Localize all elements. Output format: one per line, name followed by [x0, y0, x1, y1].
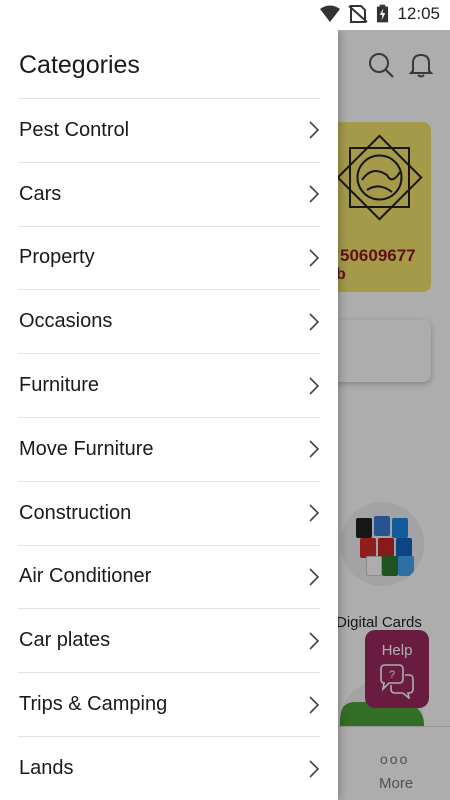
category-item-label: Trips & Camping	[19, 693, 168, 716]
battery-charging-icon	[377, 4, 389, 23]
category-item-move-furniture[interactable]: Move Furniture	[18, 418, 320, 482]
category-item-furniture[interactable]: Furniture	[18, 354, 320, 418]
status-time: 12:05	[397, 4, 440, 23]
wifi-icon	[320, 5, 341, 22]
chevron-right-icon	[309, 760, 320, 778]
drawer-title: Categories	[19, 51, 140, 79]
category-item-label: Car plates	[19, 629, 111, 652]
category-item-label: Air Conditioner	[19, 565, 152, 588]
category-item-label: Pest Control	[19, 118, 130, 141]
chevron-right-icon	[309, 185, 320, 203]
chevron-right-icon	[309, 568, 320, 586]
category-item-occasions[interactable]: Occasions	[18, 290, 320, 355]
category-item-label: Cars	[19, 182, 62, 205]
category-item-label: Lands	[19, 757, 74, 780]
chevron-right-icon	[309, 249, 320, 267]
chevron-right-icon	[309, 377, 320, 395]
category-list: Pest Control Cars Property Occasions Fur…	[0, 99, 338, 800]
chevron-right-icon	[309, 632, 320, 650]
category-item-label: Furniture	[19, 374, 100, 397]
category-item-air-conditioner[interactable]: Air Conditioner	[18, 546, 320, 610]
category-item-lands[interactable]: Lands	[18, 737, 320, 800]
category-item-property[interactable]: Property	[18, 227, 320, 291]
status-bar: 12:05	[0, 0, 450, 30]
category-item-trips-camping[interactable]: Trips & Camping	[18, 673, 320, 737]
chevron-right-icon	[309, 440, 320, 458]
category-item-label: Move Furniture	[19, 437, 154, 460]
categories-drawer: Categories Pest Control Cars Property Oc…	[0, 30, 338, 800]
no-sim-icon	[348, 5, 369, 23]
category-item-label: Occasions	[19, 310, 113, 333]
category-item-car-plates[interactable]: Car plates	[18, 609, 320, 674]
category-item-construction[interactable]: Construction	[18, 482, 320, 546]
category-item-label: Construction	[19, 501, 132, 524]
category-item-label: Property	[19, 246, 95, 269]
chevron-right-icon	[309, 313, 320, 331]
category-item-cars[interactable]: Cars	[18, 163, 320, 227]
chevron-right-icon	[309, 504, 320, 522]
chevron-right-icon	[309, 121, 320, 139]
category-item-pest-control[interactable]: Pest Control	[18, 99, 320, 163]
chevron-right-icon	[309, 695, 320, 714]
